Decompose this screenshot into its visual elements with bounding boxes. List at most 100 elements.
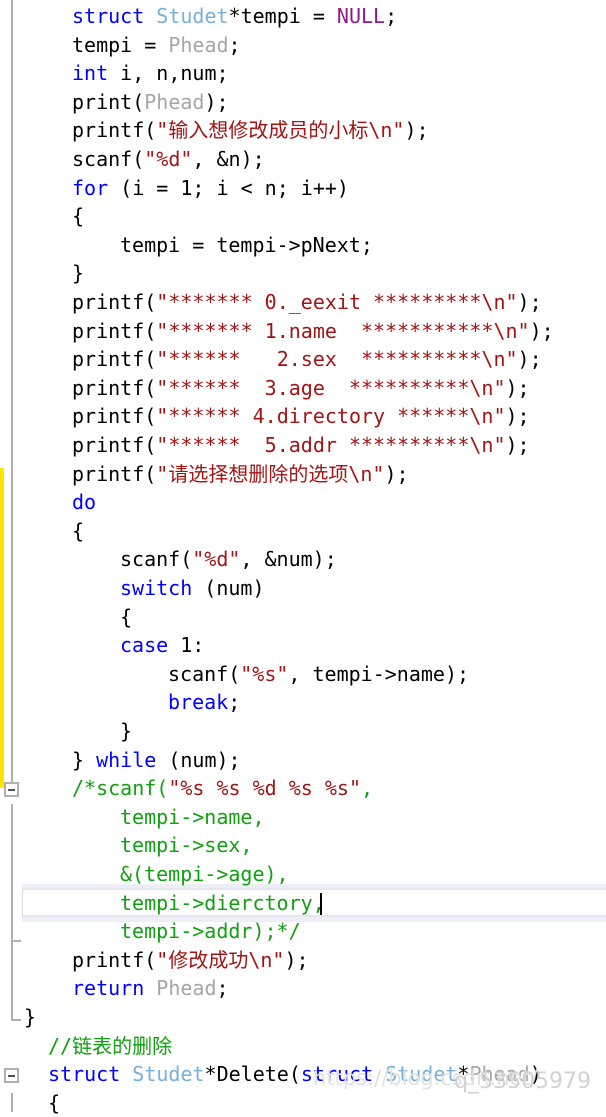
code-line[interactable]: print(Phead); — [72, 88, 229, 117]
code-line[interactable]: tempi->name, — [120, 803, 265, 832]
code-line[interactable]: printf("****** 2.sex **********\n"); — [72, 345, 542, 374]
code-token: NULL — [336, 4, 386, 28]
code-token: tempi->dierctory, — [120, 890, 325, 915]
code-token: } — [120, 719, 133, 743]
code-line[interactable]: tempi->addr);*/ — [120, 917, 301, 946]
code-line[interactable]: break; — [168, 688, 240, 717]
code-token: ); — [517, 347, 542, 372]
code-token: printf( — [72, 433, 157, 457]
code-line[interactable]: printf("请选择想删除的选项\n"); — [72, 460, 409, 489]
code-token: struct — [300, 1062, 386, 1087]
code-token: } — [72, 261, 85, 286]
code-token: ); — [529, 318, 554, 343]
code-token: printf( — [72, 375, 157, 400]
code-token: scanf( — [120, 547, 193, 572]
code-line[interactable]: } — [120, 717, 132, 746]
code-line[interactable]: { — [72, 202, 84, 231]
code-line[interactable]: { — [48, 1089, 60, 1117]
code-token: switch — [120, 576, 193, 600]
code-text-layer[interactable]: struct Studet*tempi = NULL; tempi = Phead… — [0, 0, 606, 1115]
code-token: "%d" — [192, 547, 241, 572]
code-line[interactable]: scanf("%d", &num); — [120, 545, 337, 574]
code-token: } — [24, 1005, 37, 1029]
code-token: { — [120, 604, 133, 629]
code-line[interactable]: } — [24, 1003, 36, 1032]
code-token: tempi = tempi->pNext; — [120, 232, 373, 257]
code-line[interactable]: return Phead; — [72, 974, 229, 1003]
code-line[interactable]: for (i = 1; i < n; i++) — [72, 174, 349, 203]
code-line[interactable]: do — [72, 488, 96, 517]
code-line[interactable]: printf("修改成功\n"); — [72, 946, 309, 975]
code-line[interactable]: scanf("%s", tempi->name); — [168, 660, 469, 689]
code-line[interactable]: { — [72, 517, 84, 546]
code-token: do — [72, 490, 97, 515]
code-token: ; — [385, 4, 398, 28]
code-line[interactable]: printf("******* 0._eexit *********\n"); — [72, 288, 542, 317]
code-line[interactable]: switch (num) — [120, 574, 265, 603]
code-token: /*scanf( — [72, 776, 169, 801]
code-token: , — [360, 776, 374, 801]
code-line[interactable]: tempi->sex, — [120, 831, 252, 860]
code-line[interactable]: tempi = tempi->pNext; — [120, 231, 373, 260]
code-line[interactable]: /*scanf("%s %s %d %s %s", — [72, 774, 373, 803]
code-token: 1: — [168, 633, 205, 658]
code-token: printf( — [72, 347, 157, 372]
code-line[interactable]: printf("****** 4.directory ******\n"); — [72, 402, 530, 431]
code-token: "****** 2.sex **********\n" — [156, 347, 518, 372]
code-token: ) — [529, 1062, 542, 1087]
code-token: tempi->addr);*/ — [120, 919, 301, 944]
code-line[interactable]: struct Studet*tempi = NULL; — [72, 2, 397, 31]
code-line[interactable]: tempi->dierctory, — [120, 889, 325, 918]
code-line[interactable]: //链表的删除 — [48, 1032, 172, 1061]
code-token: "******* 1.name ***********\n" — [156, 318, 530, 343]
code-line[interactable]: printf("****** 5.addr **********\n"); — [72, 431, 530, 460]
code-token: "修改成功\n" — [156, 947, 285, 972]
code-token: tempi->name, — [120, 804, 265, 829]
code-token: , &num); — [240, 547, 337, 572]
code-token: tempi->sex, — [120, 833, 253, 858]
code-token: while — [96, 747, 157, 772]
code-line[interactable]: { — [120, 603, 132, 632]
code-token: ); — [505, 433, 530, 457]
code-token: ); — [384, 461, 409, 486]
code-line[interactable]: printf("****** 3.age **********\n"); — [72, 374, 530, 403]
code-token: break — [168, 690, 229, 715]
code-token: (i = 1; i < n; i++) — [108, 175, 349, 200]
code-token: struct — [72, 4, 157, 28]
code-line[interactable]: } — [72, 259, 84, 288]
code-token: ); — [284, 947, 309, 972]
code-token: struct — [48, 1062, 133, 1087]
code-token: printf( — [72, 461, 157, 486]
code-token: ; — [216, 976, 229, 1001]
code-token: Phead — [168, 32, 229, 57]
code-token: * — [457, 1062, 470, 1087]
code-token: ); — [404, 118, 429, 143]
code-line[interactable]: &(tempi->age), — [120, 860, 289, 889]
code-line[interactable]: scanf("%d", &n); — [72, 145, 265, 174]
code-token: "******* 0._eexit *********\n" — [156, 290, 518, 314]
code-token: Studet — [156, 4, 229, 28]
code-line[interactable]: tempi = Phead; — [72, 31, 241, 60]
code-line[interactable]: } while (num); — [72, 746, 241, 775]
code-token: //链表的删除 — [48, 1033, 173, 1058]
code-token: printf( — [72, 318, 157, 343]
code-token: "****** 3.age **********\n" — [156, 375, 506, 400]
code-editor[interactable]: struct Studet*tempi = NULL; tempi = Phead… — [0, 0, 606, 1115]
code-token: { — [72, 518, 85, 543]
code-line[interactable]: int i, n,num; — [72, 59, 229, 88]
code-token: , &n); — [192, 147, 265, 171]
code-line[interactable]: printf("输入想修改成员的小标\n"); — [72, 116, 429, 145]
code-line[interactable]: case 1: — [120, 631, 204, 660]
code-token: int — [72, 61, 109, 86]
code-token: { — [48, 1090, 61, 1115]
code-line[interactable]: struct Studet*Delete(struct Studet*Phead… — [48, 1060, 542, 1089]
text-caret — [320, 893, 322, 915]
code-token: *Delete( — [204, 1062, 301, 1087]
code-token: "%s" — [240, 661, 289, 686]
code-token: } — [72, 747, 97, 772]
code-token: Studet — [385, 1062, 458, 1087]
code-token: tempi = — [72, 32, 169, 57]
code-token: print( — [72, 89, 145, 114]
code-line[interactable]: printf("******* 1.name ***********\n"); — [72, 317, 554, 346]
